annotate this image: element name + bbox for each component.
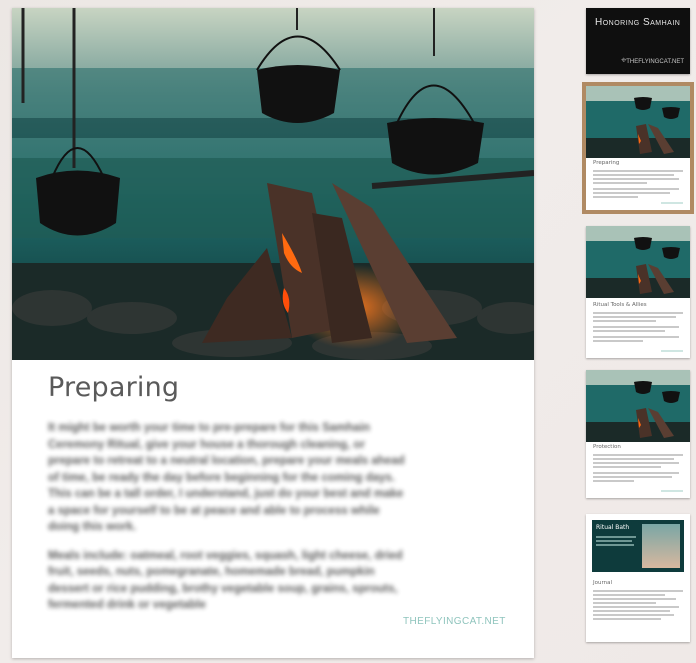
campfire-cauldrons-photo xyxy=(12,8,534,360)
thumbnail-title: Honoring Samhain xyxy=(595,17,681,28)
portrait-image xyxy=(642,524,680,568)
thumbnail-watermark xyxy=(661,202,683,204)
thumbnail-text xyxy=(593,312,683,344)
thumbnail-page-3[interactable]: Ritual Tools & Allies xyxy=(586,226,690,358)
page-thumbnails-sidebar: Honoring Samhain ⌖ THEFLYINGCAT.NET Prep… xyxy=(582,0,694,663)
thumbnail-photo xyxy=(586,226,690,298)
thumbnail-page-4[interactable]: Protection xyxy=(586,370,690,498)
page-title: Preparing xyxy=(48,372,180,403)
thumbnail-photo xyxy=(586,370,690,442)
thumbnail-page-5[interactable]: Ritual Bath Journal xyxy=(586,514,690,642)
document-page: Preparing It might be worth your time to… xyxy=(12,8,534,658)
thumbnail-title: Ritual Tools & Allies xyxy=(593,302,647,308)
thumbnail-text xyxy=(593,454,683,484)
thumbnail-site: THEFLYINGCAT.NET xyxy=(626,59,684,65)
thumbnail-watermark xyxy=(661,490,683,492)
body-paragraph: It might be worth your time to pre-prepa… xyxy=(48,422,405,533)
thumbnail-text xyxy=(593,590,683,622)
thumbnail-page-2[interactable]: Preparing xyxy=(582,82,694,214)
thumbnail-photo xyxy=(586,86,690,158)
ritual-bath-panel: Ritual Bath xyxy=(592,520,684,572)
body-paragraph: Meals include: oatmeal, root veggies, sq… xyxy=(48,549,403,612)
thumbnail-text xyxy=(593,170,683,200)
thumbnail-title: Protection xyxy=(593,444,621,450)
thumbnail-subtitle: Journal xyxy=(593,580,613,586)
site-watermark: THEFLYINGCAT.NET xyxy=(403,616,506,627)
thumbnail-title: Preparing xyxy=(593,160,620,166)
thumbnail-watermark xyxy=(661,350,683,352)
thumbnail-page-1[interactable]: Honoring Samhain ⌖ THEFLYINGCAT.NET xyxy=(586,8,690,74)
page-body-text: It might be worth your time to pre-prepa… xyxy=(48,420,408,626)
panel-title: Ritual Bath xyxy=(596,524,630,531)
